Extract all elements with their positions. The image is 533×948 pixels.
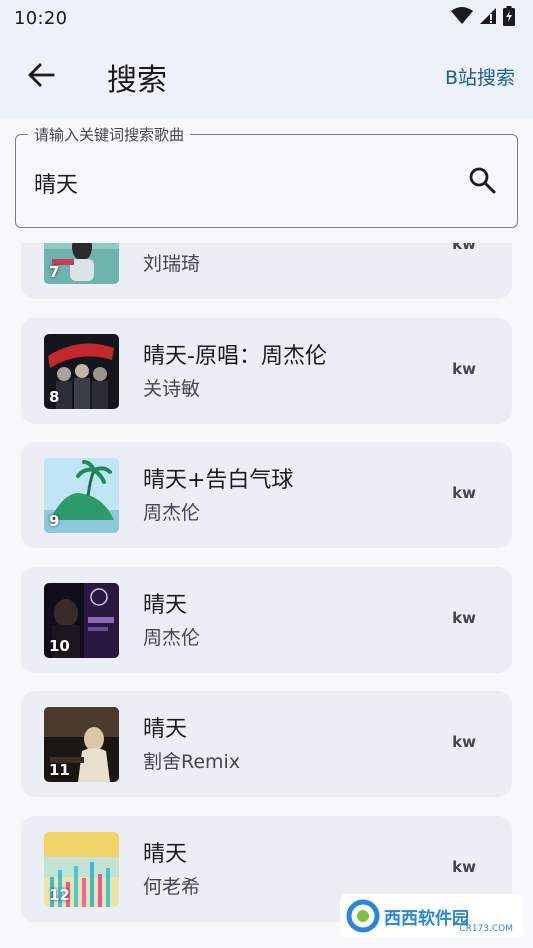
watermark-url: CR173.COM <box>459 924 513 934</box>
watermark-name: 西西软件园 <box>384 908 469 929</box>
list-item[interactable]: 8 晴天-原唱：周杰伦 关诗敏 kw <box>21 317 512 424</box>
search-button[interactable] <box>465 165 499 199</box>
app-bar: 搜索 B站搜索 <box>0 36 533 118</box>
search-field[interactable]: 请输入关键词搜索歌曲 晴天 <box>15 124 518 228</box>
results-list[interactable]: 7 晴天 刘瑞琦 kw 8 晴天-原唱：周杰伦 <box>0 243 533 948</box>
song-artist: 周杰伦 <box>143 626 201 649</box>
list-item[interactable]: 7 晴天 刘瑞琦 kw <box>21 243 512 299</box>
source-badge: kw <box>452 359 476 378</box>
album-cover: 10 <box>44 582 119 658</box>
watermark-logo: 西西软件园 CR173.COM <box>340 894 523 938</box>
result-index: 8 <box>49 387 60 406</box>
bilibili-search-button[interactable]: B站搜索 <box>445 63 515 90</box>
album-cover: 9 <box>44 458 119 533</box>
source-badge: kw <box>452 608 476 627</box>
result-index: 10 <box>49 636 70 655</box>
search-icon <box>468 166 496 198</box>
song-artist: 周杰伦 <box>143 502 201 524</box>
list-item[interactable]: 9 晴天+告白气球 周杰伦 kw <box>21 442 512 548</box>
source-badge: kw <box>452 243 476 253</box>
song-title: 晴天+告白气球 <box>143 468 294 493</box>
status-time: 10:20 <box>14 7 68 29</box>
song-artist: 刘瑞琦 <box>143 253 201 275</box>
song-title: 晴天 <box>143 841 188 867</box>
album-cover: 7 <box>44 243 119 284</box>
song-title: 晴天 <box>143 717 188 742</box>
back-button[interactable] <box>13 49 69 105</box>
album-cover: 11 <box>44 707 119 782</box>
song-artist: 关诗敏 <box>143 377 201 400</box>
status-bar: 10:20 <box>0 0 533 36</box>
song-title: 晴天 <box>143 592 188 618</box>
song-title: 晴天 <box>143 243 187 245</box>
song-title: 晴天-原唱：周杰伦 <box>143 343 327 369</box>
result-index: 11 <box>49 761 70 779</box>
source-badge: kw <box>452 857 476 876</box>
source-badge: kw <box>452 484 476 502</box>
song-artist: 割舍Remix <box>143 751 241 773</box>
song-artist: 何老希 <box>143 875 201 898</box>
cellular-signal-icon <box>479 7 497 29</box>
result-index: 12 <box>49 885 70 904</box>
wifi-icon <box>451 7 473 29</box>
result-index: 9 <box>49 512 60 530</box>
source-badge: kw <box>452 733 476 751</box>
watermark-emblem-icon <box>346 899 380 933</box>
list-item[interactable]: 10 晴天 周杰伦 kw <box>21 566 512 673</box>
result-index: 7 <box>49 263 60 281</box>
album-cover: 8 <box>44 333 119 409</box>
search-field-label: 请输入关键词搜索歌曲 <box>28 124 191 145</box>
search-input[interactable]: 晴天 <box>34 167 78 199</box>
status-icons <box>451 6 515 30</box>
album-cover: 12 <box>44 831 119 907</box>
arrow-back-icon <box>27 61 55 93</box>
list-item[interactable]: 11 晴天 割舍Remix kw <box>21 691 512 797</box>
battery-charging-icon <box>503 6 515 30</box>
page-title: 搜索 <box>107 63 167 98</box>
